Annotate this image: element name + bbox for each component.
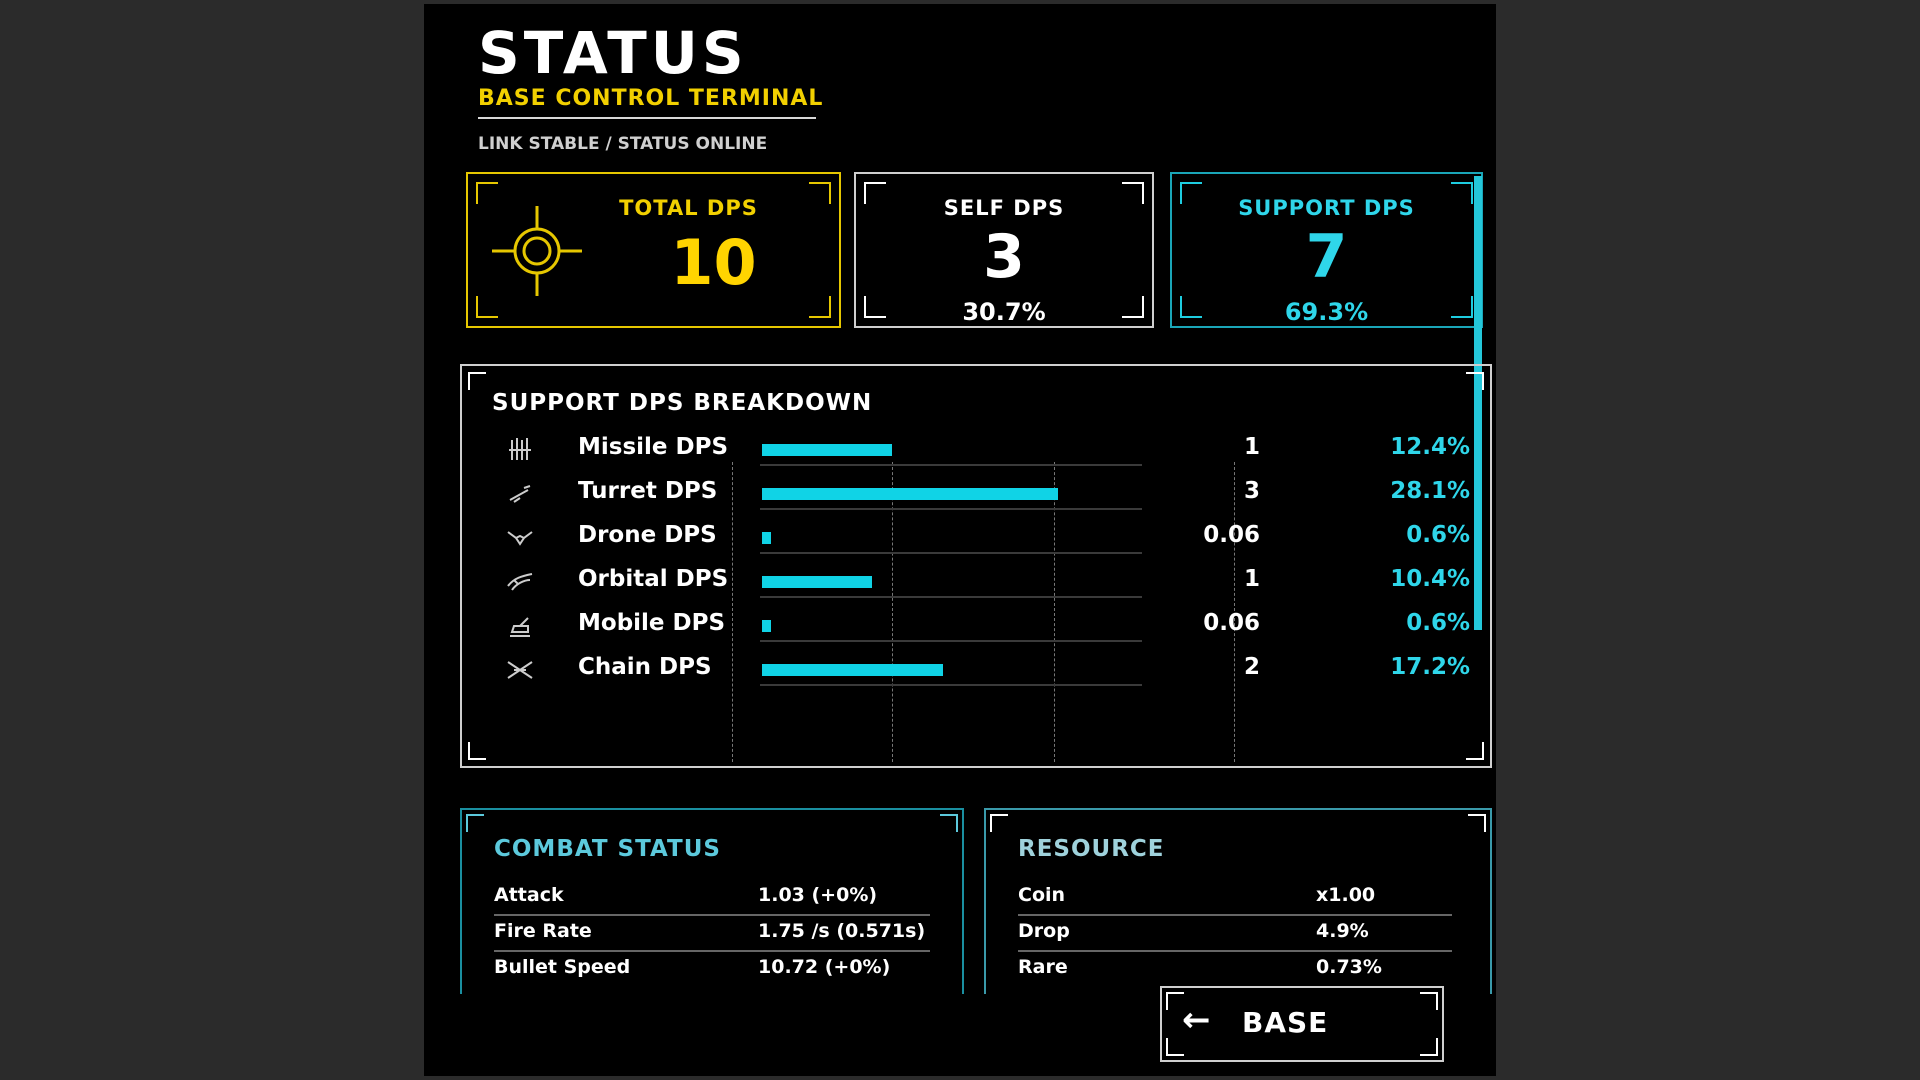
frame-corner bbox=[476, 296, 498, 318]
support-dps-label: SUPPORT DPS bbox=[1238, 196, 1415, 220]
row-label: Turret DPS bbox=[578, 478, 718, 504]
row-label: Mobile DPS bbox=[578, 610, 726, 636]
stat-label: Attack bbox=[494, 884, 564, 906]
support-dps-value: 7 bbox=[1305, 222, 1348, 292]
drone-icon bbox=[507, 531, 533, 546]
self-dps-value: 3 bbox=[983, 222, 1025, 292]
row-value: 3 bbox=[1243, 478, 1260, 504]
frame-corner bbox=[1420, 1038, 1438, 1056]
self-dps-percent: 30.7% bbox=[962, 298, 1046, 326]
chain-icon bbox=[507, 661, 533, 679]
frame-corner bbox=[809, 296, 831, 318]
row-value: 0.06 bbox=[1203, 522, 1260, 548]
frame-corner bbox=[1166, 1038, 1184, 1056]
resource-title: RESOURCE bbox=[1018, 836, 1165, 862]
bar-track bbox=[760, 508, 1142, 510]
stat-row: Bullet Speed 10.72 (+0%) bbox=[494, 950, 930, 986]
support-dps-card: SUPPORT DPS 7 69.3% bbox=[1170, 172, 1483, 328]
bar-track bbox=[760, 684, 1142, 686]
row-percent: 12.4% bbox=[1390, 434, 1470, 460]
resource-panel: RESOURCE Coin x1.00 Drop 4.9% Rare 0.73% bbox=[984, 808, 1492, 994]
bar-track bbox=[760, 464, 1142, 466]
dps-bar bbox=[762, 576, 872, 588]
table-row: Turret DPS 3 28.1% bbox=[462, 474, 1490, 514]
stat-value: 0.73% bbox=[1316, 956, 1382, 978]
frame-corner bbox=[1468, 814, 1486, 832]
row-percent: 0.6% bbox=[1406, 610, 1470, 636]
row-value: 1 bbox=[1243, 566, 1260, 592]
table-row: Missile DPS 1 12.4% bbox=[462, 430, 1490, 470]
stat-value: x1.00 bbox=[1316, 884, 1376, 906]
row-percent: 0.6% bbox=[1406, 522, 1470, 548]
stat-row: Drop 4.9% bbox=[1018, 914, 1452, 952]
row-percent: 28.1% bbox=[1390, 478, 1470, 504]
row-value: 1 bbox=[1243, 434, 1260, 460]
page-title: STATUS bbox=[478, 19, 748, 87]
missile-icon bbox=[509, 438, 531, 460]
stat-row: Coin x1.00 bbox=[1018, 878, 1452, 916]
status-panel: STATUS BASE CONTROL TERMINAL LINK STABLE… bbox=[424, 4, 1496, 1076]
frame-corner bbox=[466, 814, 484, 832]
support-dps-breakdown: SUPPORT DPS BREAKDOWN Missile DPS 1 12.4% T… bbox=[460, 364, 1492, 768]
combat-status-title: COMBAT STATUS bbox=[494, 836, 721, 862]
self-dps-card: SELF DPS 3 30.7% bbox=[854, 172, 1154, 328]
stat-label: Coin bbox=[1018, 884, 1066, 906]
row-value: 0.06 bbox=[1203, 610, 1260, 636]
stat-value: 1.03 (+0%) bbox=[758, 884, 878, 906]
base-button[interactable]: ← BASE bbox=[1160, 986, 1444, 1062]
stat-value: 4.9% bbox=[1316, 920, 1369, 942]
page-subtitle: BASE CONTROL TERMINAL bbox=[478, 86, 824, 111]
table-row: Mobile DPS 0.06 0.6% bbox=[462, 606, 1490, 646]
dps-bar bbox=[762, 532, 771, 544]
stat-label: Rare bbox=[1018, 956, 1068, 978]
frame-corner bbox=[990, 814, 1008, 832]
stat-label: Drop bbox=[1018, 920, 1070, 942]
support-dps-percent: 69.3% bbox=[1284, 298, 1369, 326]
stat-value: 10.72 (+0%) bbox=[758, 956, 891, 978]
total-dps-card: TOTAL DPS 10 bbox=[466, 172, 841, 328]
turret-icon bbox=[509, 485, 531, 503]
row-percent: 10.4% bbox=[1390, 566, 1470, 592]
bar-track bbox=[760, 640, 1142, 642]
row-percent: 17.2% bbox=[1390, 654, 1470, 680]
base-button-label: BASE bbox=[1242, 1006, 1329, 1039]
frame-corner bbox=[940, 814, 958, 832]
stat-row: Fire Rate 1.75 /s (0.571s) bbox=[494, 914, 930, 952]
dps-bar bbox=[762, 444, 892, 456]
total-dps-value: 10 bbox=[670, 226, 757, 299]
frame-corner bbox=[476, 182, 498, 204]
row-label: Chain DPS bbox=[578, 654, 712, 680]
mobile-icon bbox=[510, 617, 530, 637]
orbital-icon bbox=[507, 573, 533, 591]
dps-bar bbox=[762, 488, 1058, 500]
back-arrow-icon: ← bbox=[1182, 1000, 1211, 1040]
row-label: Orbital DPS bbox=[578, 566, 729, 592]
combat-status-panel: COMBAT STATUS Attack 1.03 (+0%) Fire Rate 1… bbox=[460, 808, 964, 994]
frame-corner bbox=[1420, 992, 1438, 1010]
self-dps-label: SELF DPS bbox=[943, 196, 1065, 220]
title-divider bbox=[478, 117, 816, 119]
stat-value: 1.75 /s (0.571s) bbox=[758, 920, 926, 942]
row-value: 2 bbox=[1243, 654, 1260, 680]
row-label: Missile DPS bbox=[578, 434, 729, 460]
table-row: Chain DPS 2 17.2% bbox=[462, 650, 1490, 690]
dps-bar bbox=[762, 664, 943, 676]
bar-track bbox=[760, 596, 1142, 598]
total-dps-label: TOTAL DPS bbox=[619, 196, 758, 220]
table-row: Drone DPS 0.06 0.6% bbox=[462, 518, 1490, 558]
row-label: Drone DPS bbox=[578, 522, 717, 548]
stat-row: Attack 1.03 (+0%) bbox=[494, 878, 930, 916]
stat-label: Fire Rate bbox=[494, 920, 592, 942]
connection-status: LINK STABLE / STATUS ONLINE bbox=[478, 134, 768, 154]
dps-bar bbox=[762, 620, 771, 632]
bar-track bbox=[760, 552, 1142, 554]
table-row: Orbital DPS 1 10.4% bbox=[462, 562, 1490, 602]
breakdown-rows: Missile DPS 1 12.4% Turret DPS 3 28.1% Drone D… bbox=[462, 366, 1490, 766]
stat-label: Bullet Speed bbox=[494, 956, 631, 978]
stat-row: Rare 0.73% bbox=[1018, 950, 1452, 986]
